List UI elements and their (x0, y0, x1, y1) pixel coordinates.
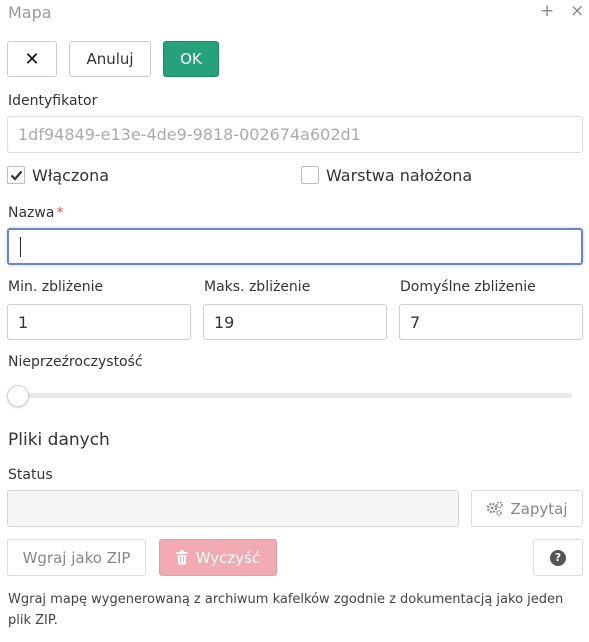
trash-icon (176, 550, 188, 565)
close-button[interactable]: ✕ (7, 41, 57, 77)
clear-label: Wyczyść (195, 548, 261, 567)
text-caret (20, 236, 21, 257)
status-field (7, 490, 459, 527)
x-icon: ✕ (24, 48, 40, 70)
ok-button[interactable]: OK (163, 41, 219, 77)
max-zoom-label: Maks. zbliżenie (204, 279, 311, 295)
overlay-checkbox[interactable] (301, 166, 319, 184)
opacity-label: Nieprzeźroczystość (8, 354, 143, 370)
cancel-label: Anuluj (86, 50, 134, 68)
check-icon (10, 170, 22, 181)
query-button[interactable]: Zapytaj (471, 490, 583, 527)
opacity-slider-thumb[interactable] (7, 385, 29, 407)
min-zoom-input[interactable]: 1 (7, 304, 191, 340)
name-input[interactable] (7, 228, 583, 265)
max-zoom-value: 19 (214, 312, 235, 332)
name-label-text: Nazwa (8, 205, 55, 221)
upload-zip-button[interactable]: Wgraj jako ZIP (7, 539, 146, 576)
identifier-value: 1df94849-e13e-4de9-9818-002674a602d1 (18, 125, 361, 144)
enabled-checkbox[interactable] (7, 166, 25, 184)
name-label: Nazwa * (8, 205, 63, 221)
identifier-label: Identyfikator (8, 93, 98, 109)
add-icon[interactable]: + (540, 1, 554, 21)
close-icon[interactable]: × (570, 1, 584, 21)
default-zoom-value: 7 (410, 312, 421, 332)
identifier-field[interactable]: 1df94849-e13e-4de9-9818-002674a602d1 (7, 116, 583, 153)
enabled-label: Włączona (32, 166, 110, 185)
default-zoom-label: Domyślne zbliżenie (400, 279, 536, 295)
min-zoom-label: Min. zbliżenie (8, 279, 104, 295)
help-button[interactable]: ? (533, 539, 583, 576)
cancel-button[interactable]: Anuluj (69, 41, 151, 77)
clear-button[interactable]: Wyczyść (159, 539, 277, 576)
default-zoom-input[interactable]: 7 (399, 304, 583, 340)
question-icon: ? (550, 549, 566, 566)
ok-label: OK (180, 50, 202, 68)
min-zoom-value: 1 (18, 312, 29, 332)
overlay-label: Warstwa nałożona (326, 166, 473, 185)
gears-icon (487, 501, 504, 516)
status-label: Status (8, 467, 53, 483)
upload-help-text: Wgraj mapę wygenerowaną z archiwum kafel… (8, 592, 564, 628)
query-label: Zapytaj (510, 499, 568, 518)
data-files-heading: Pliki danych (8, 430, 110, 450)
upload-zip-label: Wgraj jako ZIP (22, 548, 131, 567)
dialog-title: Mapa (8, 3, 52, 22)
max-zoom-input[interactable]: 19 (203, 304, 387, 340)
required-mark: * (56, 205, 64, 221)
opacity-slider-track[interactable] (14, 393, 572, 398)
